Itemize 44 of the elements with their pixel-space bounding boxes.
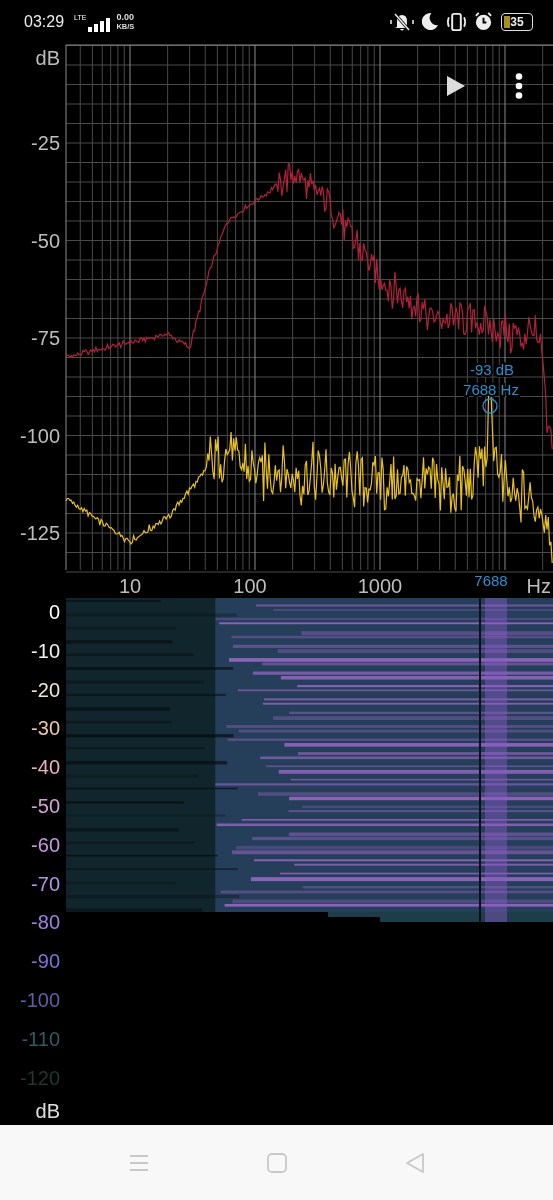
scale-label: 0 — [48, 601, 60, 623]
scale-label: -70 — [31, 872, 60, 895]
peak-marker — [482, 398, 498, 414]
peak-frequency-label: 7688 Hz — [463, 381, 519, 398]
scale-label: -50 — [31, 795, 60, 817]
peak-axis-marker: 7688 — [474, 572, 508, 589]
axis-unit: dB — [35, 47, 60, 69]
menu-icon — [128, 1154, 149, 1171]
scale-label: -30 — [31, 717, 60, 740]
more-icon — [515, 73, 523, 99]
scale-label: -90 — [31, 950, 60, 973]
scale-label: -80 — [31, 911, 60, 934]
scale-label: -110 — [21, 1027, 60, 1050]
axis-label: -100 — [19, 424, 60, 447]
peak-level-label: -93 dB — [469, 361, 515, 378]
clock-time: 03:29 — [24, 12, 65, 31]
battery-fill — [504, 15, 510, 28]
scale-unit: dB — [35, 1100, 60, 1122]
axis-label: 1000 — [357, 575, 403, 597]
axis-label: -25 — [31, 132, 60, 154]
scale-label: -100 — [19, 989, 60, 1011]
signal-icon — [88, 17, 111, 32]
scale-label: -120 — [19, 1066, 60, 1089]
axis-label: -75 — [31, 327, 60, 349]
battery-level: 35 — [510, 14, 524, 29]
scale-label: -60 — [31, 833, 60, 856]
scale-label: -10 — [31, 639, 60, 662]
more-options-button[interactable] — [515, 73, 523, 99]
axis-unit: Hz — [526, 575, 551, 597]
play-icon — [447, 76, 465, 96]
square-icon — [266, 1152, 287, 1173]
alarm-clock-icon — [474, 12, 493, 31]
moon-icon — [420, 12, 439, 31]
back-icon — [404, 1152, 425, 1173]
play-button[interactable] — [447, 76, 465, 96]
axis-label: 100 — [233, 575, 267, 597]
scale-label: -20 — [31, 678, 60, 701]
muted-bell-icon — [390, 11, 414, 32]
speed-value: 0.00 — [116, 12, 135, 22]
axis-label: -125 — [19, 522, 60, 544]
axis-label: 10 — [118, 575, 142, 597]
vibrate-icon — [445, 11, 468, 32]
axis-label: -50 — [31, 229, 60, 252]
scale-label: -40 — [31, 756, 60, 779]
